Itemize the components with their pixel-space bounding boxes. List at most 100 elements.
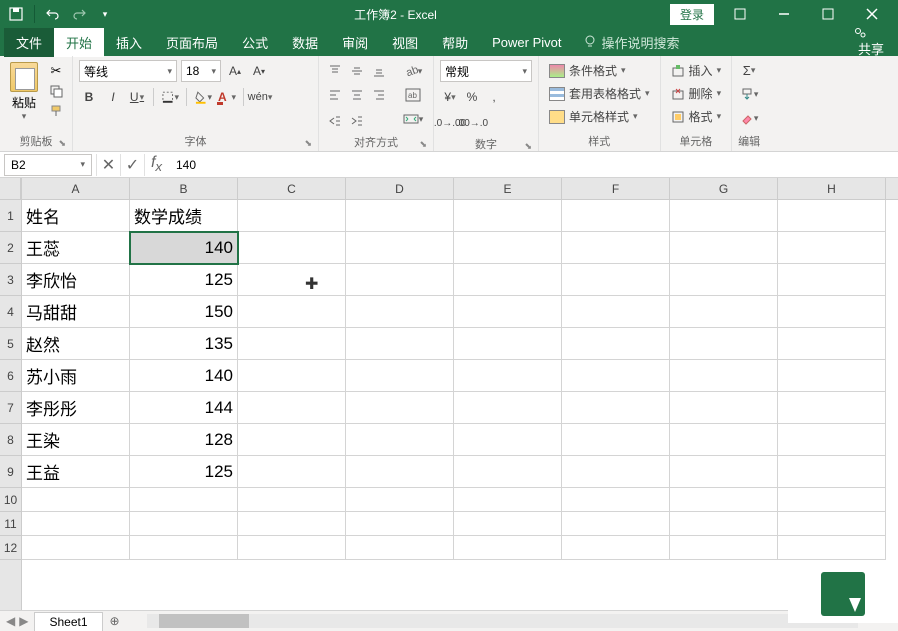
cell[interactable] — [238, 360, 346, 392]
col-header[interactable]: E — [454, 178, 562, 199]
cell[interactable]: 135 — [130, 328, 238, 360]
cell[interactable] — [778, 512, 886, 536]
cell[interactable] — [346, 536, 454, 560]
tab-data[interactable]: 数据 — [280, 28, 330, 57]
cell[interactable] — [454, 232, 562, 264]
cell[interactable] — [346, 488, 454, 512]
cell[interactable] — [778, 200, 886, 232]
cell[interactable] — [130, 536, 238, 560]
cell[interactable] — [778, 360, 886, 392]
number-format-select[interactable]: 常规▾ — [440, 60, 532, 82]
row-header[interactable]: 9 — [0, 456, 21, 488]
cell[interactable] — [454, 360, 562, 392]
row-header[interactable]: 6 — [0, 360, 21, 392]
cell[interactable] — [22, 512, 130, 536]
cell[interactable] — [238, 200, 346, 232]
row-header[interactable]: 3 — [0, 264, 21, 296]
comma-icon[interactable]: , — [484, 86, 504, 108]
conditional-format-button[interactable]: 条件格式▾ — [545, 60, 654, 81]
cell[interactable] — [670, 200, 778, 232]
cell[interactable] — [346, 424, 454, 456]
row-header[interactable]: 11 — [0, 512, 21, 536]
formula-input[interactable]: 140 — [168, 158, 898, 172]
merge-center-icon[interactable]: ▾ — [399, 108, 427, 130]
cell[interactable]: 128 — [130, 424, 238, 456]
col-header[interactable]: F — [562, 178, 670, 199]
tab-file[interactable]: 文件 — [4, 28, 54, 57]
row-header[interactable]: 7 — [0, 392, 21, 424]
cell[interactable] — [670, 392, 778, 424]
number-launcher-icon[interactable]: ⬊ — [524, 141, 532, 152]
cell[interactable]: 姓名 — [22, 200, 130, 232]
cell[interactable] — [238, 296, 346, 328]
cell[interactable] — [238, 264, 346, 296]
cell[interactable] — [670, 296, 778, 328]
cell[interactable]: 马甜甜 — [22, 296, 130, 328]
tab-insert[interactable]: 插入 — [104, 28, 154, 57]
undo-icon[interactable] — [41, 2, 65, 26]
autosum-icon[interactable]: Σ▾ — [738, 60, 760, 80]
cell[interactable] — [454, 424, 562, 456]
decrease-indent-icon[interactable] — [325, 110, 345, 132]
cell[interactable] — [454, 512, 562, 536]
row-header[interactable]: 1 — [0, 200, 21, 232]
cell[interactable] — [778, 424, 886, 456]
redo-icon[interactable] — [67, 2, 91, 26]
underline-button[interactable]: U▾ — [127, 86, 147, 108]
cell[interactable] — [238, 232, 346, 264]
cell[interactable]: 王染 — [22, 424, 130, 456]
col-header[interactable]: H — [778, 178, 886, 199]
cell[interactable] — [22, 536, 130, 560]
enter-formula-icon[interactable]: ✓ — [120, 154, 144, 176]
cell[interactable] — [346, 456, 454, 488]
percent-icon[interactable]: % — [462, 86, 482, 108]
orientation-icon[interactable]: ab▾ — [399, 60, 427, 82]
cell[interactable]: 144 — [130, 392, 238, 424]
col-header[interactable]: C — [238, 178, 346, 199]
tab-help[interactable]: 帮助 — [430, 28, 480, 57]
add-sheet-icon[interactable]: ⊕ — [103, 614, 127, 628]
cell-styles-button[interactable]: 单元格样式▾ — [545, 106, 654, 127]
copy-icon[interactable] — [46, 82, 66, 100]
increase-indent-icon[interactable] — [347, 110, 367, 132]
cell[interactable] — [346, 296, 454, 328]
fill-icon[interactable]: ▾ — [738, 84, 760, 104]
cell[interactable] — [454, 456, 562, 488]
align-bottom-icon[interactable] — [369, 60, 389, 82]
cell[interactable] — [454, 392, 562, 424]
cell[interactable]: 王益 — [22, 456, 130, 488]
accounting-format-icon[interactable]: ¥▾ — [440, 86, 460, 108]
clear-icon[interactable]: ▾ — [738, 108, 760, 128]
save-icon[interactable] — [4, 2, 28, 26]
sheet-tab-sheet1[interactable]: Sheet1 — [34, 612, 102, 631]
cell[interactable] — [346, 512, 454, 536]
tab-view[interactable]: 视图 — [380, 28, 430, 57]
cell[interactable] — [238, 512, 346, 536]
cell[interactable] — [670, 456, 778, 488]
cell[interactable] — [238, 536, 346, 560]
cancel-formula-icon[interactable]: ✕ — [96, 154, 120, 176]
cell[interactable] — [778, 392, 886, 424]
col-header[interactable]: G — [670, 178, 778, 199]
cell[interactable]: 125 — [130, 456, 238, 488]
cell[interactable] — [562, 232, 670, 264]
cell[interactable]: 赵然 — [22, 328, 130, 360]
cell[interactable] — [562, 488, 670, 512]
qat-customize-icon[interactable]: ▾ — [93, 2, 117, 26]
col-header[interactable]: A — [22, 178, 130, 199]
cell[interactable] — [454, 536, 562, 560]
cell[interactable] — [562, 296, 670, 328]
cell[interactable] — [562, 424, 670, 456]
align-top-icon[interactable] — [325, 60, 345, 82]
cell[interactable]: 150 — [130, 296, 238, 328]
cell[interactable] — [22, 488, 130, 512]
cell[interactable] — [670, 232, 778, 264]
cell[interactable]: 数学成绩 — [130, 200, 238, 232]
cell[interactable] — [670, 264, 778, 296]
cell[interactable] — [346, 200, 454, 232]
cell[interactable] — [562, 392, 670, 424]
alignment-launcher-icon[interactable]: ⬊ — [419, 139, 427, 150]
cell[interactable] — [562, 360, 670, 392]
tab-formulas[interactable]: 公式 — [230, 28, 280, 57]
tab-review[interactable]: 审阅 — [330, 28, 380, 57]
